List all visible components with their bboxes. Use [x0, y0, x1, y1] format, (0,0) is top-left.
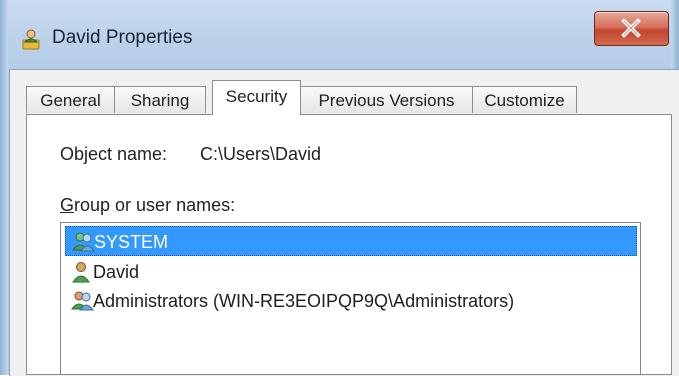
tab-customize[interactable]: Customize [472, 86, 577, 113]
tab-security[interactable]: Security [212, 80, 301, 115]
list-item-administrators[interactable]: Administrators (WIN-RE3EOIPQP9Q\Administ… [65, 286, 637, 316]
accelerator-key: G [60, 195, 75, 215]
group-users-icon [71, 290, 95, 312]
properties-dialog: David Properties General Sharing Securit… [0, 0, 679, 376]
user-icon [71, 261, 95, 283]
window-title: David Properties [52, 27, 193, 48]
group-label-text: roup or user names: [74, 195, 236, 215]
principal-name: SYSTEM [94, 232, 169, 252]
tab-previous-versions[interactable]: Previous Versions [300, 86, 473, 113]
group-or-user-names-list[interactable]: SYSTEM David Administrators (WIN-RE3EOIP… [60, 222, 641, 375]
principal-name: David [93, 262, 140, 282]
tab-general[interactable]: General [26, 86, 115, 113]
object-name-value: C:\Users\David [200, 144, 322, 164]
close-button[interactable] [594, 11, 669, 46]
list-item-david[interactable]: David [65, 257, 637, 287]
folder-user-icon [22, 28, 42, 50]
group-or-user-names-label: Group or user names: [60, 195, 235, 216]
title-bar[interactable]: David Properties [0, 0, 679, 68]
object-name-label: Object name: [60, 144, 168, 164]
group-users-icon [72, 231, 96, 253]
tab-sharing[interactable]: Sharing [114, 86, 206, 113]
list-item-system[interactable]: SYSTEM [65, 226, 637, 256]
principal-name: Administrators (WIN-RE3EOIPQP9Q\Administ… [93, 291, 515, 311]
close-icon [621, 18, 641, 38]
